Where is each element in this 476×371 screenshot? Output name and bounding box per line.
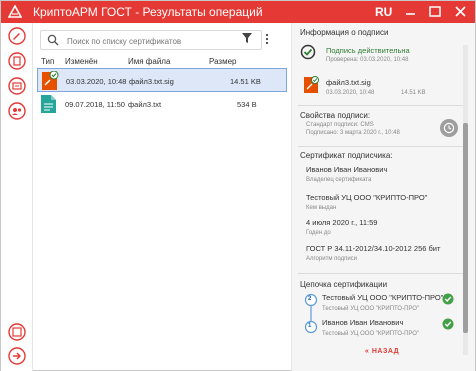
column-type[interactable]: Тип — [41, 57, 54, 66]
valid-badge-icon — [442, 318, 454, 330]
file-name: файл3.txt — [128, 100, 162, 109]
filter-icon[interactable] — [241, 32, 253, 44]
signature-algorithm: ГОСТ Р 34.11-2012/34.10-2012 256 бит — [306, 244, 441, 253]
certificate-heading: Сертификат подписчика: — [300, 151, 393, 160]
help-icon[interactable] — [8, 323, 26, 341]
back-button[interactable]: « НАЗАД — [365, 348, 399, 355]
signature-info-panel: Информация о подписи Подпись действитель… — [291, 23, 475, 371]
file-size: 14.51 KB — [230, 77, 261, 86]
app-logo-icon — [8, 5, 22, 18]
verified-date: Проверена: 03.03.2020, 10:48 — [326, 57, 409, 63]
certificate-issuer: Тестовый УЦ ООО "КРИПТО-ПРО" — [306, 193, 428, 202]
maximize-icon[interactable] — [426, 3, 444, 21]
chain-cert-name[interactable]: Тестовый УЦ ООО "КРИПТО-ПРО" — [322, 293, 443, 302]
signature-algorithm-label: Алгоритм подписи — [306, 256, 358, 262]
chain-cert-issuer: Тестовый УЦ ООО "КРИПТО-ПРО" — [322, 331, 420, 337]
app-window: КриптоАРМ ГОСТ - Результаты операций RU — [0, 0, 476, 371]
search-input[interactable] — [67, 34, 257, 48]
signature-standard: Стандарт подписи: CMS — [306, 122, 374, 128]
search-box — [40, 30, 262, 50]
documents-icon[interactable] — [8, 52, 26, 70]
properties-heading: Свойства подписи: — [300, 111, 371, 120]
chain-number: 1 — [308, 323, 312, 329]
table-row[interactable]: 03.03.2020, 10:48 файл3.txt.sig 14.51 KB — [37, 68, 287, 92]
chain-number: 2 — [308, 296, 312, 302]
certificate-issuer-label: Кем выдан — [306, 205, 337, 211]
exit-icon[interactable] — [8, 347, 26, 365]
file-list-area: Тип Изменён Имя файла Размер 03.03.2020,… — [34, 23, 290, 371]
file-name: файл3.txt.sig — [129, 77, 174, 86]
divider — [298, 273, 466, 274]
window-title: КриптоАРМ ГОСТ - Результаты операций — [33, 5, 263, 19]
signed-file-name: файл3.txt.sig — [326, 78, 371, 87]
divider — [298, 146, 466, 147]
check-circle-icon — [300, 44, 316, 60]
more-options-icon[interactable] — [264, 32, 270, 46]
certificate-owner: Иванов Иван Иванович — [306, 165, 388, 174]
timestamp-button[interactable] — [440, 119, 458, 137]
language-switch[interactable]: RU — [375, 5, 392, 19]
certificate-owner-label: Владелец сертификата — [306, 177, 372, 183]
certificate-valid-to: 4 июля 2020 г., 11:59 — [306, 218, 378, 227]
sign-icon[interactable] — [8, 27, 26, 45]
file-modified: 03.03.2020, 10:48 — [66, 77, 127, 86]
scrollbar-thumb[interactable] — [463, 123, 468, 333]
valid-badge-icon — [442, 293, 454, 305]
column-size[interactable]: Размер — [209, 57, 237, 66]
table-header: Тип Изменён Имя файла Размер — [34, 55, 290, 69]
chain-heading: Цепочка сертификации — [300, 280, 388, 289]
panel-heading: Информация о подписи — [300, 28, 389, 37]
signed-date: Подписано: 3 марта 2020 г., 10:48 — [306, 130, 400, 136]
signed-file-icon — [42, 71, 59, 90]
close-icon[interactable] — [452, 3, 470, 21]
signature-status: Подпись действительна — [326, 46, 410, 55]
sidebar — [1, 23, 33, 371]
column-modified[interactable]: Изменён — [65, 57, 98, 66]
signed-file-date: 03.03.2020, 10:48 — [326, 90, 375, 96]
text-file-icon — [41, 95, 56, 113]
clock-icon — [443, 122, 455, 134]
column-filename[interactable]: Имя файла — [128, 57, 170, 66]
certificate-valid-to-label: Годен до — [306, 230, 331, 236]
title-bar: КриптоАРМ ГОСТ - Результаты операций RU — [1, 1, 475, 23]
file-size: 534 B — [237, 100, 257, 109]
signed-file-icon — [304, 76, 319, 93]
minimize-icon[interactable] — [402, 3, 420, 21]
chain-cert-name[interactable]: Иванов Иван Иванович — [322, 318, 403, 327]
chain-cert-issuer: Тестовый УЦ ООО "КРИПТО-ПРО" — [322, 306, 420, 312]
signed-file-size: 14.51 KB — [401, 90, 426, 96]
contacts-icon[interactable] — [8, 102, 26, 120]
table-row[interactable]: 09.07.2018, 11:50 файл3.txt 534 B — [37, 92, 287, 116]
divider — [298, 105, 466, 106]
search-icon — [47, 34, 59, 46]
file-modified: 09.07.2018, 11:50 — [65, 100, 125, 109]
certificates-icon[interactable] — [8, 77, 26, 95]
